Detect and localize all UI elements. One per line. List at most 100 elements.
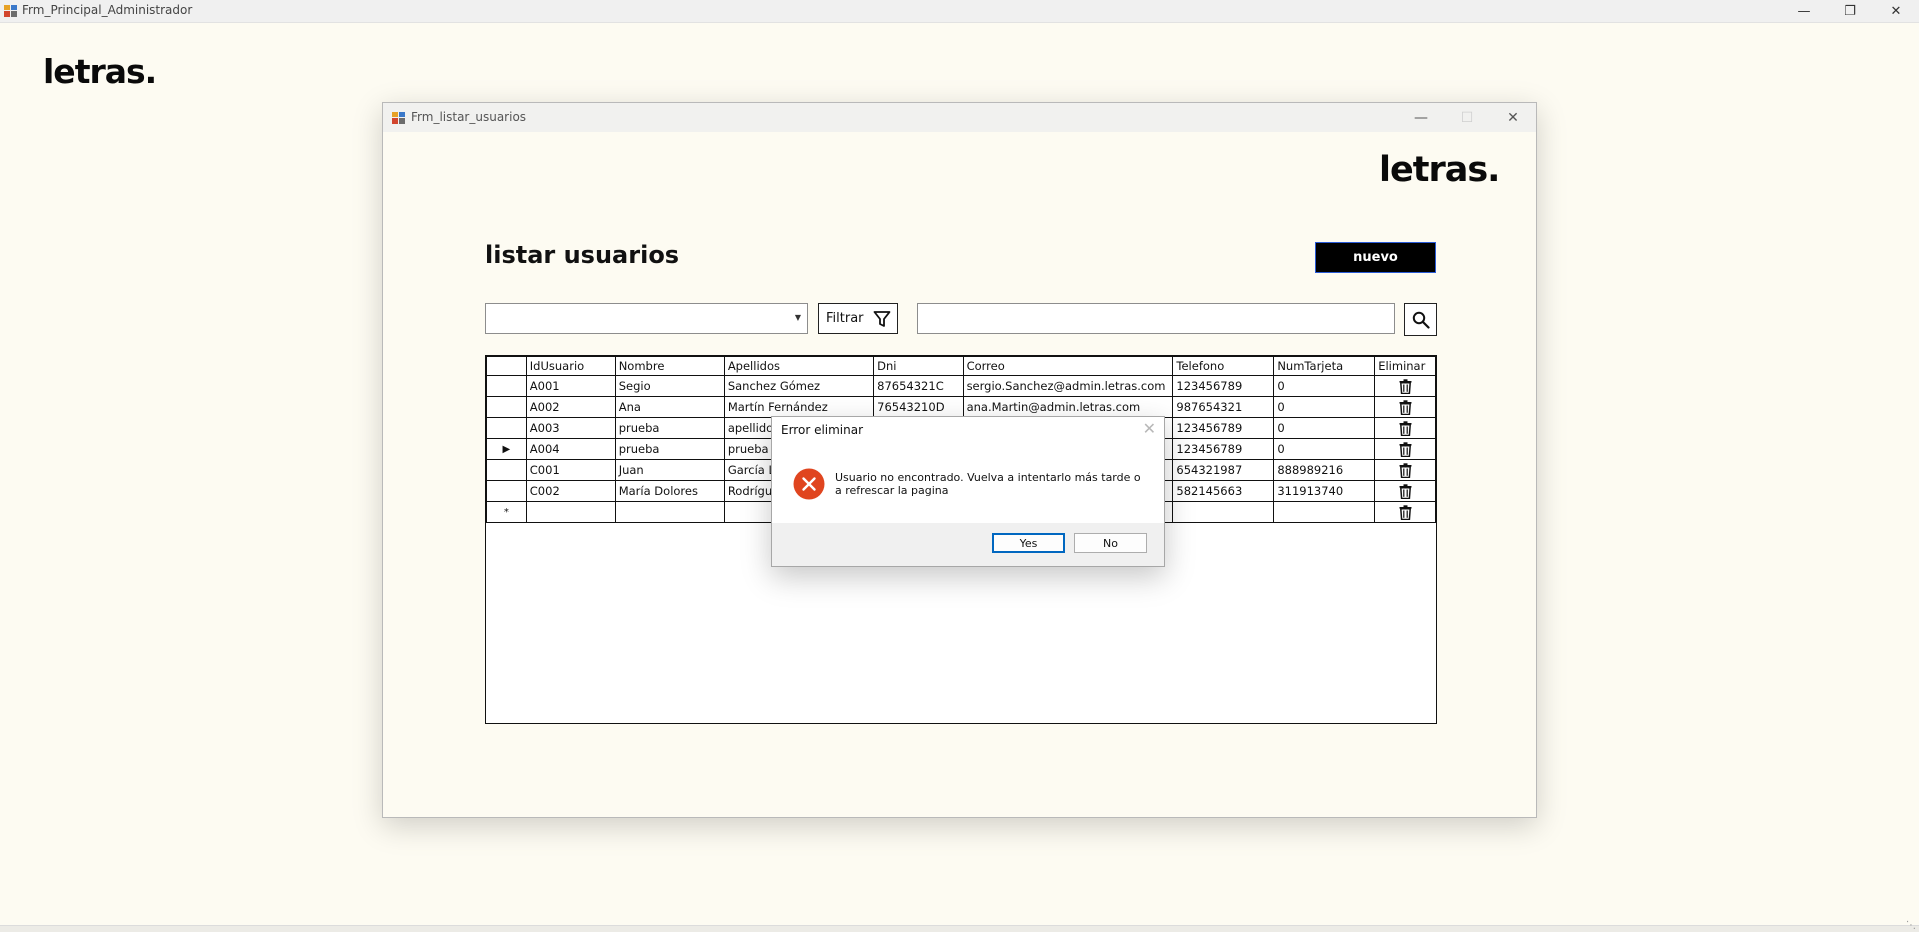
trash-icon[interactable] [1399, 378, 1412, 394]
row-header[interactable] [486, 480, 527, 502]
maximize-icon: ☐ [1460, 109, 1474, 126]
minimize-button[interactable]: — [1781, 0, 1827, 22]
row-header[interactable] [486, 417, 527, 439]
column-header-idusuario[interactable]: IdUsuario [525, 356, 616, 376]
cell-telefono[interactable]: 123456789 [1172, 375, 1275, 397]
dialog-close-button[interactable]: ✕ [1143, 419, 1156, 438]
filter-button-label: Filtrar [826, 311, 864, 326]
cell-telefono[interactable] [1172, 501, 1275, 523]
yes-button[interactable]: Yes [992, 533, 1065, 553]
trash-icon[interactable] [1399, 504, 1412, 520]
child-minimize-button[interactable]: — [1398, 103, 1444, 132]
no-button[interactable]: No [1074, 533, 1147, 553]
cell-telefono[interactable]: 123456789 [1172, 438, 1275, 460]
cell-numtarjeta[interactable] [1273, 501, 1376, 523]
cell-idusuario[interactable]: A002 [525, 396, 616, 418]
cell-idusuario[interactable]: A004 [525, 438, 616, 460]
delete-cell[interactable] [1374, 501, 1436, 523]
close-icon: ✕ [1890, 3, 1902, 19]
cell-nombre[interactable]: María Dolores [614, 480, 725, 502]
row-header[interactable]: ▶ [486, 438, 527, 460]
cell-dni[interactable]: 87654321C [873, 375, 964, 397]
column-header-numtarjeta[interactable]: NumTarjeta [1273, 356, 1376, 376]
minimize-icon: — [1797, 3, 1811, 19]
app-icon [4, 5, 17, 17]
cell-idusuario[interactable]: C001 [525, 459, 616, 481]
close-button[interactable]: ✕ [1873, 0, 1919, 22]
cell-idusuario[interactable]: A003 [525, 417, 616, 439]
trash-icon[interactable] [1399, 399, 1412, 415]
form-icon [392, 112, 405, 124]
delete-cell[interactable] [1374, 375, 1436, 397]
child-maximize-button: ☐ [1444, 103, 1490, 132]
resize-grip-icon[interactable]: ⋱ [1906, 921, 1916, 931]
cell-nombre[interactable]: prueba [614, 438, 725, 460]
cell-idusuario[interactable] [525, 501, 616, 523]
row-header[interactable] [486, 375, 527, 397]
trash-icon[interactable] [1399, 462, 1412, 478]
trash-icon[interactable] [1399, 441, 1412, 457]
child-window-title: Frm_listar_usuarios [411, 110, 527, 124]
search-button[interactable] [1404, 303, 1437, 336]
child-close-button[interactable]: ✕ [1490, 103, 1536, 132]
column-header-correo[interactable]: Correo [962, 356, 1174, 376]
row-header[interactable] [486, 396, 527, 418]
cell-numtarjeta[interactable]: 888989216 [1273, 459, 1376, 481]
table-header-row: IdUsuario Nombre Apellidos Dni Correo Te… [486, 356, 1436, 376]
cell-telefono[interactable]: 123456789 [1172, 417, 1275, 439]
table-row[interactable]: A002 Ana Martín Fernández 76543210D ana.Mart… [486, 396, 1436, 418]
cell-telefono[interactable]: 582145663 [1172, 480, 1275, 502]
filter-combo[interactable]: ▼ [485, 303, 808, 334]
delete-cell[interactable] [1374, 417, 1436, 439]
cell-dni[interactable]: 76543210D [873, 396, 964, 418]
new-user-button[interactable]: nuevo [1315, 242, 1436, 273]
search-input[interactable] [917, 303, 1395, 334]
row-header[interactable]: * [486, 501, 527, 523]
delete-cell[interactable] [1374, 480, 1436, 502]
cell-correo[interactable]: ana.Martin@admin.letras.com [962, 396, 1174, 418]
row-header[interactable] [486, 459, 527, 481]
cell-numtarjeta[interactable]: 311913740 [1273, 480, 1376, 502]
cell-telefono[interactable]: 654321987 [1172, 459, 1275, 481]
filter-button[interactable]: Filtrar [818, 303, 898, 334]
cell-nombre[interactable]: Segio [614, 375, 725, 397]
child-titlebar: Frm_listar_usuarios — ☐ ✕ [383, 103, 1536, 132]
column-header-eliminar[interactable]: Eliminar [1374, 356, 1436, 376]
delete-cell[interactable] [1374, 396, 1436, 418]
table-row[interactable]: A001 Segio Sanchez Gómez 87654321C sergio.Sa… [486, 375, 1436, 397]
search-icon [1412, 311, 1430, 329]
cell-correo[interactable]: sergio.Sanchez@admin.letras.com [962, 375, 1174, 397]
column-header-apellidos[interactable]: Apellidos [723, 356, 875, 376]
cell-numtarjeta[interactable]: 0 [1273, 396, 1376, 418]
cell-idusuario[interactable]: A001 [525, 375, 616, 397]
column-header-nombre[interactable]: Nombre [614, 356, 725, 376]
column-header-dni[interactable]: Dni [873, 356, 964, 376]
filter-icon [873, 311, 891, 327]
dialog-message: Usuario no encontrado. Vuelva a intentar… [835, 471, 1141, 497]
cell-nombre[interactable]: Ana [614, 396, 725, 418]
column-header-telefono[interactable]: Telefono [1172, 356, 1275, 376]
trash-icon[interactable] [1399, 420, 1412, 436]
cell-nombre[interactable]: Juan [614, 459, 725, 481]
close-icon: ✕ [1142, 419, 1156, 438]
error-dialog: Error eliminar ✕ Usuario no encontrado. … [771, 416, 1165, 567]
cell-nombre[interactable]: prueba [614, 417, 725, 439]
minimize-icon: — [1414, 109, 1428, 126]
cell-apellidos[interactable]: Sanchez Gómez [723, 375, 875, 397]
child-logo: letras. [1379, 150, 1500, 190]
cell-idusuario[interactable]: C002 [525, 480, 616, 502]
cell-apellidos[interactable]: Martín Fernández [723, 396, 875, 418]
cell-numtarjeta[interactable]: 0 [1273, 375, 1376, 397]
cell-numtarjeta[interactable]: 0 [1273, 417, 1376, 439]
cell-numtarjeta[interactable]: 0 [1273, 438, 1376, 460]
restore-button[interactable]: ❐ [1827, 0, 1873, 22]
main-titlebar: Frm_Principal_Administrador — ❐ ✕ [0, 0, 1919, 23]
delete-cell[interactable] [1374, 459, 1436, 481]
dropdown-arrow-icon[interactable]: ▼ [795, 313, 801, 322]
close-icon: ✕ [1507, 109, 1519, 126]
cell-telefono[interactable]: 987654321 [1172, 396, 1275, 418]
cell-nombre[interactable] [614, 501, 725, 523]
trash-icon[interactable] [1399, 483, 1412, 499]
delete-cell[interactable] [1374, 438, 1436, 460]
row-header-corner [486, 356, 527, 376]
